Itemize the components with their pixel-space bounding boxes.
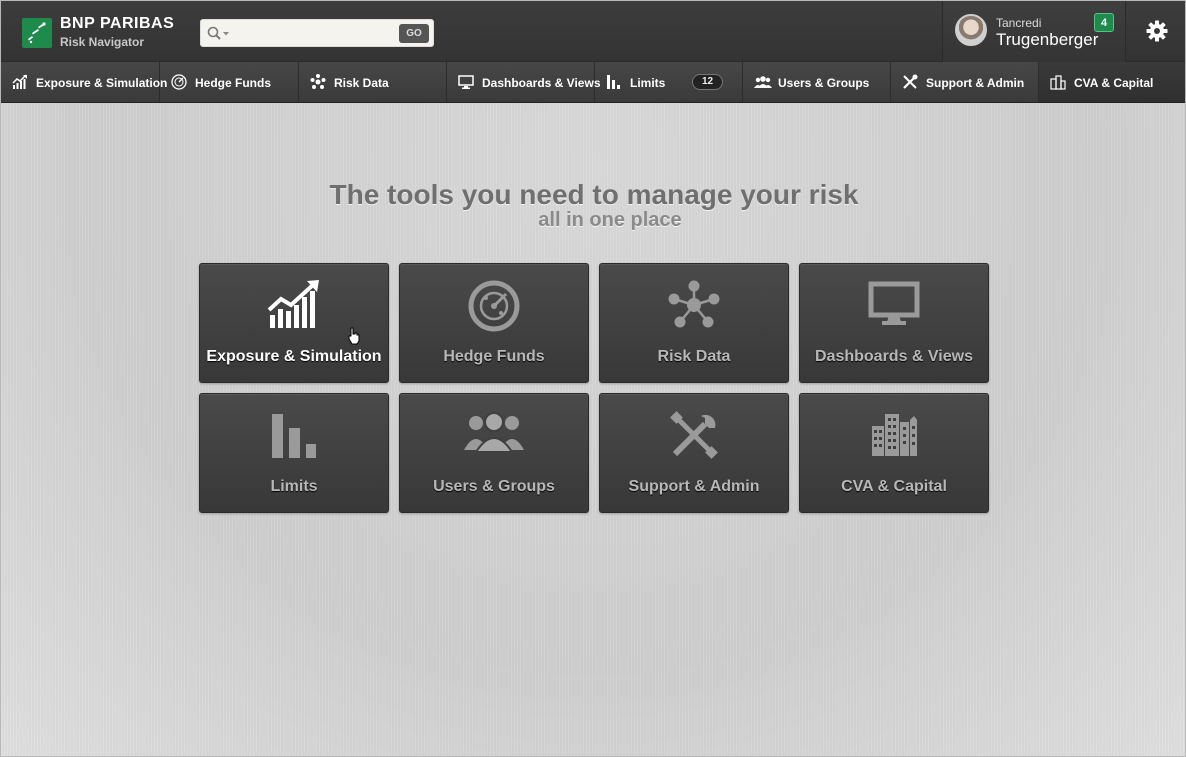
bar-chart-icon <box>272 414 316 458</box>
tile-label: Dashboards & Views <box>815 348 973 365</box>
main-nav: Exposure & Simulation Hedge Funds Risk D… <box>1 62 1185 103</box>
tools-icon <box>903 74 918 89</box>
notification-badge[interactable]: 4 <box>1094 13 1114 32</box>
nav-label: Limits <box>630 76 666 90</box>
users-icon <box>464 412 524 453</box>
monitor-icon <box>458 75 474 89</box>
network-icon <box>668 280 720 328</box>
tile-label: CVA & Capital <box>841 478 947 495</box>
avatar[interactable] <box>955 14 987 46</box>
tile-limits[interactable]: Limits <box>199 393 389 513</box>
tile-label: Risk Data <box>657 348 731 365</box>
tile-label: Hedge Funds <box>443 348 545 365</box>
nav-item-risk-data[interactable]: Risk Data <box>299 62 447 102</box>
search-box: GO <box>200 19 434 47</box>
nav-item-exposure-simulation[interactable]: Exposure & Simulation <box>1 62 167 102</box>
nav-item-dashboards-views[interactable]: Dashboards & Views <box>447 62 601 102</box>
buildings-icon <box>872 414 917 456</box>
gear-icon <box>1146 20 1168 42</box>
nav-item-users-groups[interactable]: Users & Groups <box>743 62 891 102</box>
tile-label: Limits <box>270 478 318 495</box>
hand-cursor-icon <box>348 327 360 345</box>
nav-label: Risk Data <box>334 76 389 90</box>
tools-icon <box>670 411 718 459</box>
tile-hedge-funds[interactable]: Hedge Funds <box>399 263 589 383</box>
bar-chart-icon <box>607 75 620 89</box>
nav-label: CVA & Capital <box>1074 76 1154 90</box>
limits-count-badge: 12 <box>692 74 723 90</box>
user-last-name: Trugenberger <box>996 30 1099 49</box>
radar-icon <box>171 74 187 90</box>
nav-label: Exposure & Simulation <box>36 76 168 90</box>
nav-item-support-admin[interactable]: Support & Admin <box>891 62 1039 102</box>
bnp-logo-icon[interactable] <box>22 18 52 48</box>
settings-button[interactable] <box>1127 1 1185 62</box>
nav-label: Dashboards & Views <box>482 76 601 90</box>
tile-support-admin[interactable]: Support & Admin <box>599 393 789 513</box>
tile-label: Users & Groups <box>433 478 555 495</box>
tile-exposure-simulation[interactable]: Exposure & Simulation <box>199 263 389 383</box>
tile-cva-capital[interactable]: CVA & Capital <box>799 393 989 513</box>
user-profile[interactable]: Tancredi Trugenberger 4 <box>942 1 1126 62</box>
nav-label: Users & Groups <box>778 76 870 90</box>
nav-item-limits[interactable]: Limits 12 <box>595 62 743 102</box>
nav-label: Hedge Funds <box>195 76 272 90</box>
tile-dashboards-views[interactable]: Dashboards & Views <box>799 263 989 383</box>
tile-risk-data[interactable]: Risk Data <box>599 263 789 383</box>
go-button[interactable]: GO <box>399 24 429 43</box>
page-subheadline: all in one place <box>538 209 682 231</box>
tile-users-groups[interactable]: Users & Groups <box>399 393 589 513</box>
tile-label: Support & Admin <box>628 478 760 495</box>
top-header: BNP PARIBAS Risk Navigator GO Tancredi T… <box>1 1 1185 62</box>
radar-icon <box>468 280 520 332</box>
search-input[interactable] <box>233 24 393 44</box>
main-content: The tools you need to manage your risk a… <box>1 103 1185 756</box>
network-icon <box>310 74 326 89</box>
nav-item-hedge-funds[interactable]: Hedge Funds <box>160 62 299 102</box>
nav-label: Support & Admin <box>926 76 1025 90</box>
user-first-name: Tancredi <box>996 16 1042 30</box>
buildings-icon <box>1050 75 1066 90</box>
app-window: BNP PARIBAS Risk Navigator GO Tancredi T… <box>0 0 1186 757</box>
trend-chart-icon <box>12 74 27 89</box>
users-icon <box>754 76 772 88</box>
trend-chart-icon <box>267 280 319 328</box>
brand-name: BNP PARIBAS <box>60 15 175 32</box>
search-icon[interactable] <box>207 26 231 42</box>
tile-label: Exposure & Simulation <box>206 348 382 365</box>
monitor-icon <box>868 281 920 325</box>
product-name: Risk Navigator <box>60 35 145 49</box>
page-headline: The tools you need to manage your risk <box>329 179 859 210</box>
nav-item-cva-capital[interactable]: CVA & Capital <box>1039 62 1185 102</box>
